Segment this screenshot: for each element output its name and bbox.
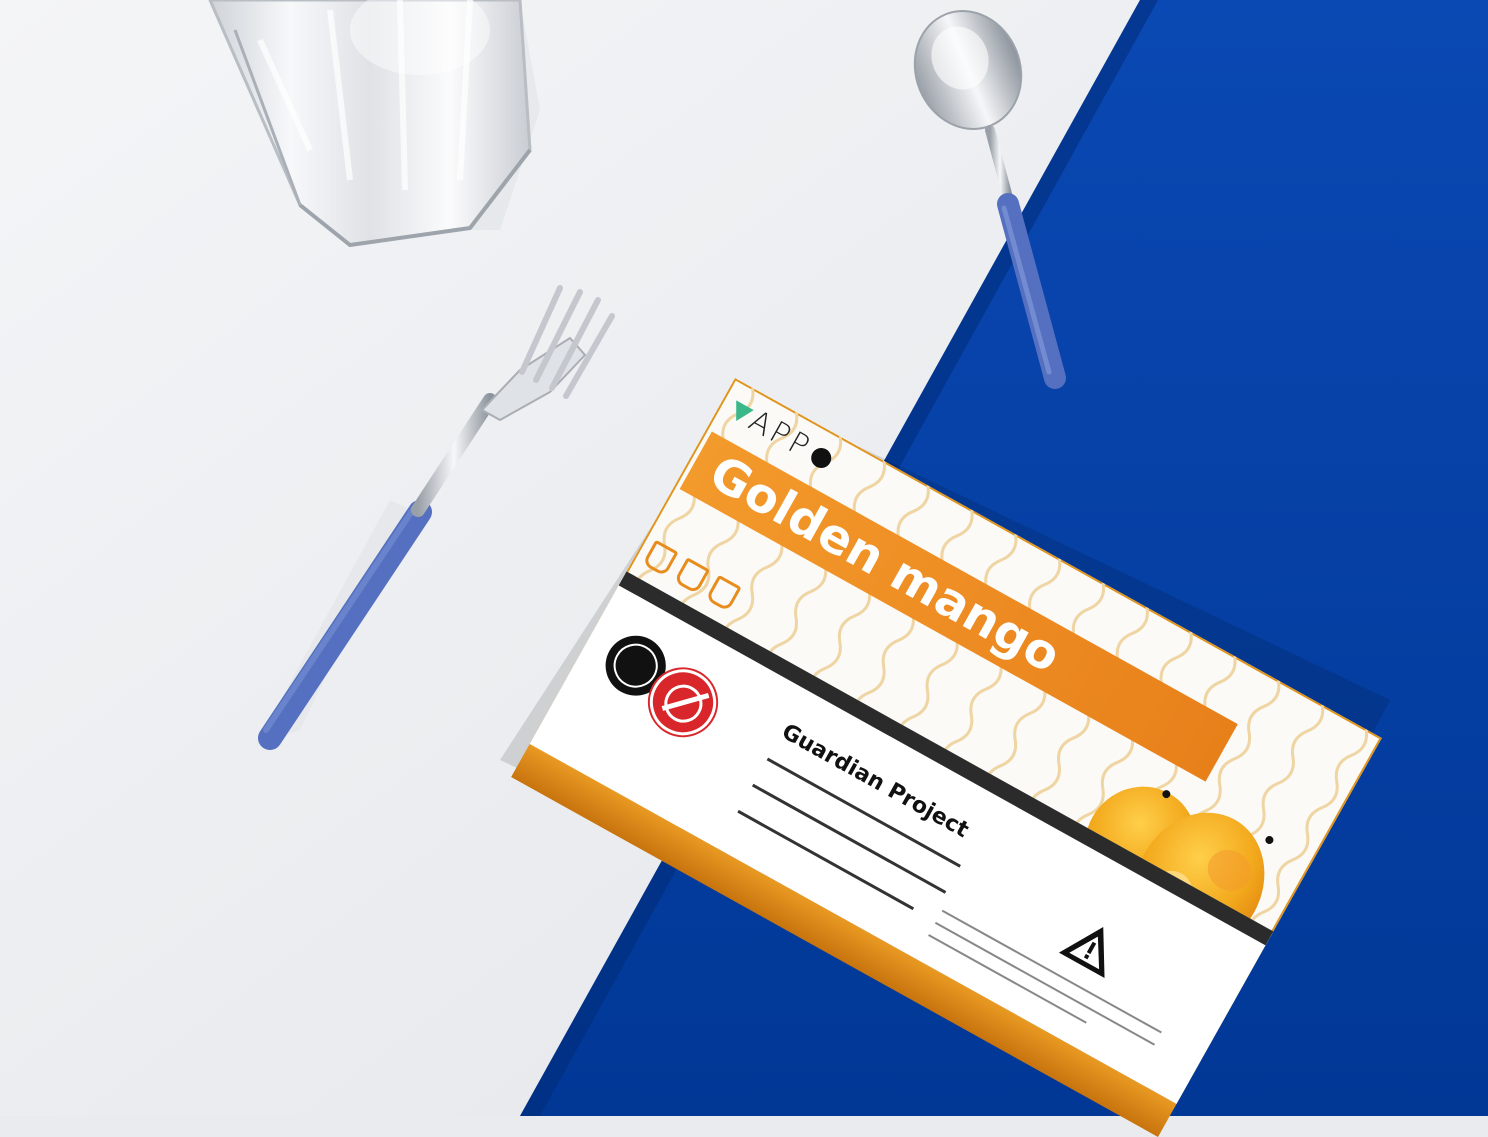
warning-triangle-icon [1056,911,1130,982]
